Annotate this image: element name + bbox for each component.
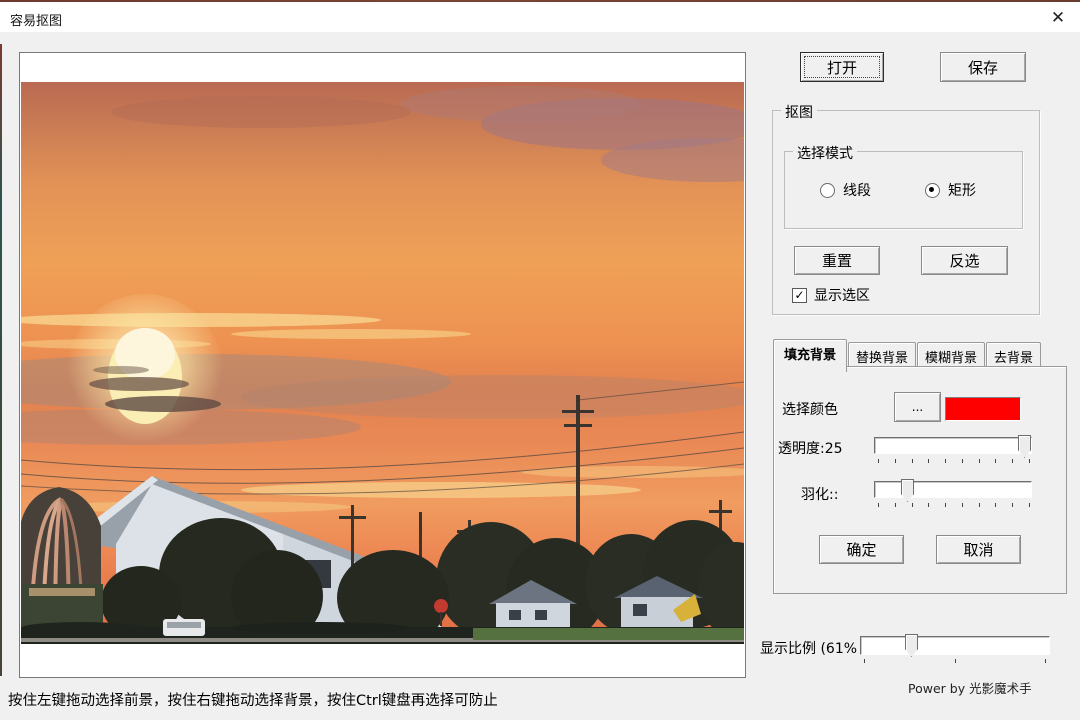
ok-button[interactable]: 确定: [819, 535, 904, 564]
zoom-ratio-label: 显示比例 (61%): [760, 638, 857, 658]
radio-line-icon[interactable]: [820, 183, 835, 198]
cancel-button[interactable]: 取消: [936, 535, 1021, 564]
radio-rect-option[interactable]: 矩形: [925, 180, 976, 200]
color-picker-button[interactable]: ...: [894, 392, 941, 422]
tab-fill-background[interactable]: 填充背景: [773, 339, 847, 372]
feather-label: 羽化::: [801, 484, 838, 504]
opacity-slider[interactable]: [874, 437, 1032, 454]
tab-remove-background-label: 去背景: [994, 347, 1033, 366]
mode-group: 选择模式 线段 矩形: [784, 151, 1023, 229]
radio-rect-label: 矩形: [948, 180, 976, 200]
open-button-label: 打开: [827, 57, 857, 78]
save-button[interactable]: 保存: [940, 52, 1026, 82]
invert-selection-label: 反选: [949, 250, 979, 271]
titlebar: 容易抠图 ✕: [0, 2, 1080, 32]
show-selection-checkbox-row[interactable]: ✓ 显示选区: [792, 285, 870, 305]
invert-selection-button[interactable]: 反选: [921, 246, 1008, 275]
cancel-button-label: 取消: [963, 539, 993, 560]
reset-button-label: 重置: [822, 250, 852, 271]
window-title: 容易抠图: [10, 10, 62, 29]
photo-sunset[interactable]: [21, 82, 744, 644]
feather-slider-ticks: [878, 503, 1030, 507]
image-canvas-frame: [19, 52, 746, 678]
tab-blur-background-label: 模糊背景: [925, 347, 977, 366]
ok-button-label: 确定: [846, 539, 876, 560]
opacity-slider-ticks: [878, 459, 1030, 463]
opacity-slider-thumb[interactable]: [1018, 435, 1031, 458]
cutout-group-title: 抠图: [781, 102, 817, 122]
zoom-slider[interactable]: [860, 636, 1050, 655]
zoom-slider-ticks: [864, 659, 1046, 663]
radio-line-option[interactable]: 线段: [820, 180, 871, 200]
opacity-label: 透明度:25: [778, 438, 843, 458]
radio-rect-icon[interactable]: [925, 183, 940, 198]
status-bar-text: 按住左键拖动选择前景，按住右键拖动选择背景，按住Ctrl键盘再选择可防止: [8, 689, 498, 710]
close-icon[interactable]: ✕: [1044, 6, 1072, 30]
tab-fill-background-label: 填充背景: [784, 344, 836, 363]
show-selection-label: 显示选区: [814, 285, 870, 305]
fill-background-panel: 选择颜色 ... 透明度:25 羽化:: 确定 取消: [773, 366, 1067, 594]
reset-button[interactable]: 重置: [794, 246, 880, 275]
mode-group-title: 选择模式: [793, 143, 857, 163]
color-picker-button-label: ...: [912, 400, 923, 414]
feather-slider[interactable]: [874, 481, 1032, 498]
credit-text: Power by 光影魔术手: [908, 678, 1076, 697]
desktop-sliver: [0, 44, 2, 676]
radio-line-label: 线段: [843, 180, 871, 200]
color-swatch: [945, 397, 1021, 421]
select-color-label: 选择颜色: [782, 399, 838, 419]
tab-replace-background-label: 替换背景: [856, 347, 908, 366]
cutout-group: 抠图 选择模式 线段 矩形 重置 反选 ✓ 显示选区: [772, 110, 1040, 315]
feather-slider-thumb[interactable]: [901, 479, 914, 502]
zoom-slider-thumb[interactable]: [905, 634, 918, 657]
open-button[interactable]: 打开: [800, 52, 884, 82]
save-button-label: 保存: [968, 57, 998, 78]
show-selection-checkbox[interactable]: ✓: [792, 288, 807, 303]
